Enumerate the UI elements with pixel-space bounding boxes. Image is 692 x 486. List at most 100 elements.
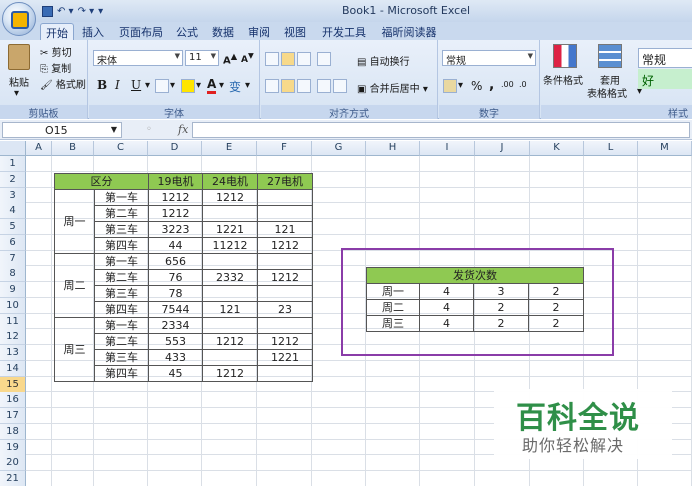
style-normal[interactable]: 常规 (638, 48, 692, 68)
value-cell[interactable] (202, 285, 258, 302)
header-cell[interactable]: 27电机 (257, 173, 313, 190)
value-cell[interactable]: 76 (148, 269, 203, 286)
vehicle-cell[interactable]: 第一车 (94, 189, 149, 206)
underline-dropdown-icon[interactable]: ▾ (145, 80, 150, 91)
value-cell[interactable] (257, 285, 313, 302)
value-cell[interactable] (257, 205, 313, 222)
row-header-21[interactable]: 21 (0, 471, 26, 486)
formula-input[interactable] (192, 122, 690, 138)
orientation-icon[interactable] (317, 52, 331, 66)
header-cell[interactable]: 区分 (54, 173, 149, 190)
row-header-7[interactable]: 7 (0, 250, 26, 267)
value-cell[interactable]: 44 (148, 237, 203, 254)
value-cell[interactable] (202, 349, 258, 366)
row-header-9[interactable]: 9 (0, 282, 26, 298)
table-format-icon[interactable] (598, 44, 622, 68)
value-cell[interactable]: 656 (148, 253, 203, 270)
row-header-13[interactable]: 13 (0, 345, 26, 361)
font-color-icon[interactable]: A (207, 77, 217, 94)
column-header-k[interactable]: K (530, 141, 584, 156)
value-cell[interactable]: 1212 (202, 189, 258, 206)
column-header-l[interactable]: L (584, 141, 638, 156)
value-cell[interactable]: 1221 (257, 349, 313, 366)
row-header-1[interactable]: 1 (0, 156, 26, 172)
font-name-select[interactable]: 宋体 ▼ (93, 50, 183, 67)
tab-formulas[interactable]: 公式 (174, 23, 200, 40)
value-cell[interactable]: 433 (148, 349, 203, 366)
column-header-d[interactable]: D (148, 141, 202, 156)
row-header-10[interactable]: 10 (0, 297, 26, 314)
fill-dropdown-icon[interactable]: ▾ (196, 80, 201, 91)
align-center-icon[interactable] (281, 79, 295, 93)
value-cell[interactable] (202, 205, 258, 222)
value-cell[interactable] (257, 317, 313, 334)
wrap-text-button[interactable]: ▤ 自动换行 (357, 53, 410, 68)
value-cell[interactable]: 1212 (202, 333, 258, 350)
value-cell[interactable]: 1212 (148, 189, 203, 206)
grow-font-button[interactable]: A▲ (223, 51, 237, 66)
vehicle-cell[interactable]: 第二车 (94, 205, 149, 222)
value-cell[interactable]: 2332 (202, 269, 258, 286)
paste-button[interactable]: 粘贴 (9, 74, 29, 89)
value-cell[interactable]: 1221 (202, 221, 258, 238)
name-box[interactable]: O15 ▼ (2, 122, 122, 138)
style-good[interactable]: 好 (638, 69, 692, 89)
header-cell[interactable]: 24电机 (202, 173, 258, 190)
value-cell[interactable] (202, 253, 258, 270)
increase-indent-icon[interactable] (333, 79, 347, 93)
comma-button[interactable]: , (489, 77, 494, 93)
value-cell[interactable]: 121 (257, 221, 313, 238)
vehicle-cell[interactable]: 第二车 (94, 269, 149, 286)
value-cell[interactable]: 121 (202, 301, 258, 318)
row-header-6[interactable]: 6 (0, 234, 26, 251)
vehicle-cell[interactable]: 第四车 (94, 365, 149, 382)
row-header-17[interactable]: 17 (0, 408, 26, 424)
row-header-20[interactable]: 20 (0, 455, 26, 472)
conditional-format-button[interactable]: 条件格式 (543, 72, 583, 87)
column-header-c[interactable]: C (94, 141, 148, 156)
value-cell[interactable]: 1212 (257, 237, 313, 254)
copy-button[interactable]: ⎘ 复制 (40, 60, 71, 75)
tab-data[interactable]: 数据 (210, 23, 236, 40)
value-cell[interactable] (202, 317, 258, 334)
row-header-4[interactable]: 4 (0, 203, 26, 220)
value-cell[interactable]: 1212 (148, 205, 203, 222)
column-header-b[interactable]: B (52, 141, 94, 156)
tab-insert[interactable]: 插入 (80, 23, 106, 40)
align-bottom-icon[interactable] (297, 52, 311, 66)
value-cell[interactable]: 7544 (148, 301, 203, 318)
format-painter-button[interactable]: 🖌 格式刷 (40, 76, 86, 91)
phonetic-icon[interactable]: 变 (229, 78, 241, 95)
decrease-indent-icon[interactable] (317, 79, 331, 93)
borders-icon[interactable] (155, 79, 169, 93)
increase-decimal-icon[interactable]: .00 (501, 80, 514, 89)
tab-home[interactable]: 开始 (40, 23, 74, 40)
decrease-decimal-icon[interactable]: .0 (519, 80, 527, 89)
tab-developer[interactable]: 开发工具 (318, 23, 370, 40)
vehicle-cell[interactable]: 第三车 (94, 349, 149, 366)
value-cell[interactable]: 78 (148, 285, 203, 302)
currency-icon[interactable] (443, 79, 457, 93)
value-cell[interactable]: 23 (257, 301, 313, 318)
row-header-15[interactable]: 15 (0, 376, 26, 393)
vehicle-cell[interactable]: 第一车 (94, 317, 149, 334)
tab-view[interactable]: 视图 (282, 23, 308, 40)
vehicle-cell[interactable]: 第四车 (94, 301, 149, 318)
select-all-button[interactable] (0, 141, 26, 156)
insert-function-icon[interactable]: fx (178, 123, 188, 136)
tab-review[interactable]: 审阅 (246, 23, 272, 40)
day-cell[interactable]: 周一 (54, 189, 95, 254)
italic-button[interactable]: I (115, 78, 120, 92)
shrink-font-button[interactable]: A▼ (241, 51, 254, 65)
row-header-16[interactable]: 16 (0, 392, 26, 409)
cut-button[interactable]: ✂ 剪切 (40, 44, 72, 59)
percent-button[interactable]: % (471, 79, 482, 93)
value-cell[interactable]: 3223 (148, 221, 203, 238)
row-header-5[interactable]: 5 (0, 219, 26, 235)
vehicle-cell[interactable]: 第一车 (94, 253, 149, 270)
currency-dropdown-icon[interactable]: ▾ (458, 80, 463, 91)
fill-color-icon[interactable] (181, 79, 195, 93)
font-color-dropdown-icon[interactable]: ▾ (219, 80, 224, 91)
column-header-m[interactable]: M (638, 141, 692, 156)
tab-page-layout[interactable]: 页面布局 (116, 23, 166, 40)
